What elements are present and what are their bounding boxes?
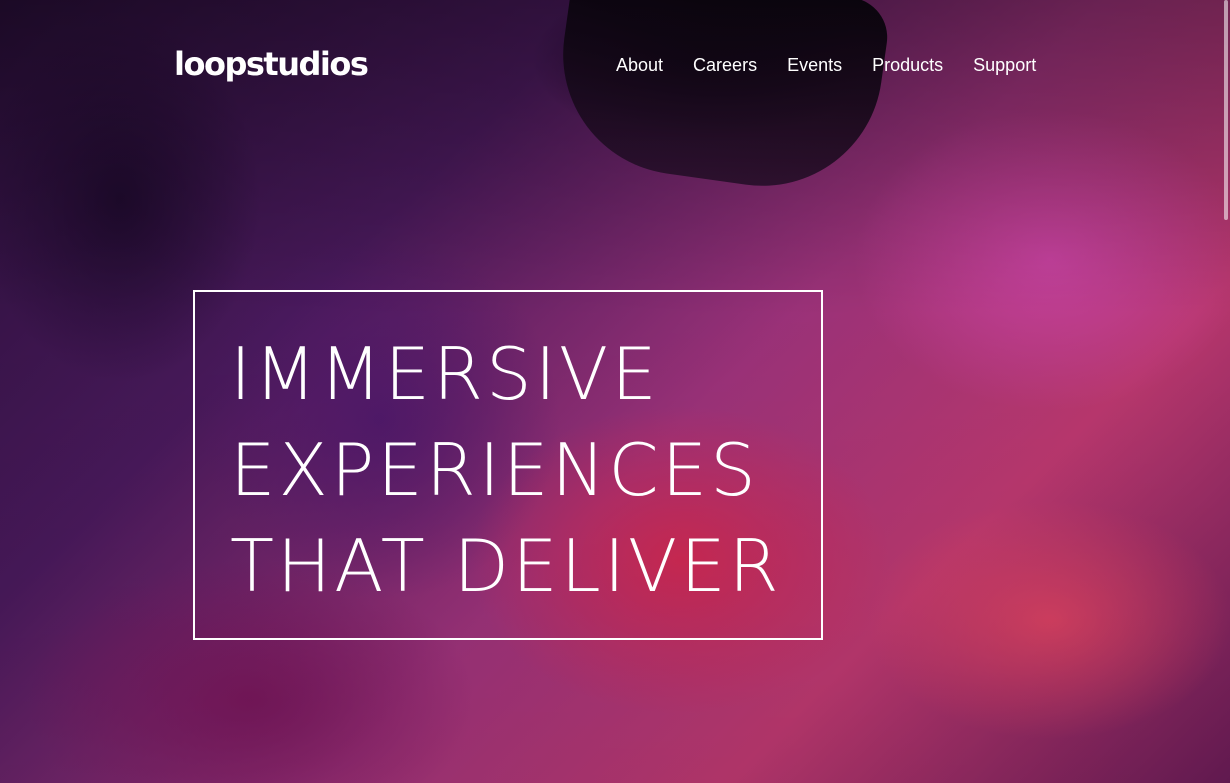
nav-link-about[interactable]: About <box>616 52 663 78</box>
headline-line-3: THAT DELIVER <box>230 524 782 608</box>
nav-link-careers[interactable]: Careers <box>693 52 757 78</box>
nav-link-support[interactable]: Support <box>973 52 1036 78</box>
main-nav: About Careers Events Products Support <box>616 52 1036 78</box>
nav-link-events[interactable]: Events <box>787 52 842 78</box>
headline-line-2: EXPERIENCES <box>230 428 759 512</box>
hero-headline-box: IMMERSIVE EXPERIENCES THAT DELIVER <box>193 290 823 640</box>
logo[interactable]: loopstudios <box>174 44 369 84</box>
headline-line-1: IMMERSIVE <box>230 332 660 416</box>
hero-headline: IMMERSIVE EXPERIENCES THAT DELIVER <box>230 326 782 614</box>
page-scrollbar[interactable] <box>1224 0 1228 220</box>
nav-link-products[interactable]: Products <box>872 52 943 78</box>
site-header: loopstudios About Careers Events Product… <box>0 0 1230 130</box>
landing-page: loopstudios About Careers Events Product… <box>0 0 1230 783</box>
